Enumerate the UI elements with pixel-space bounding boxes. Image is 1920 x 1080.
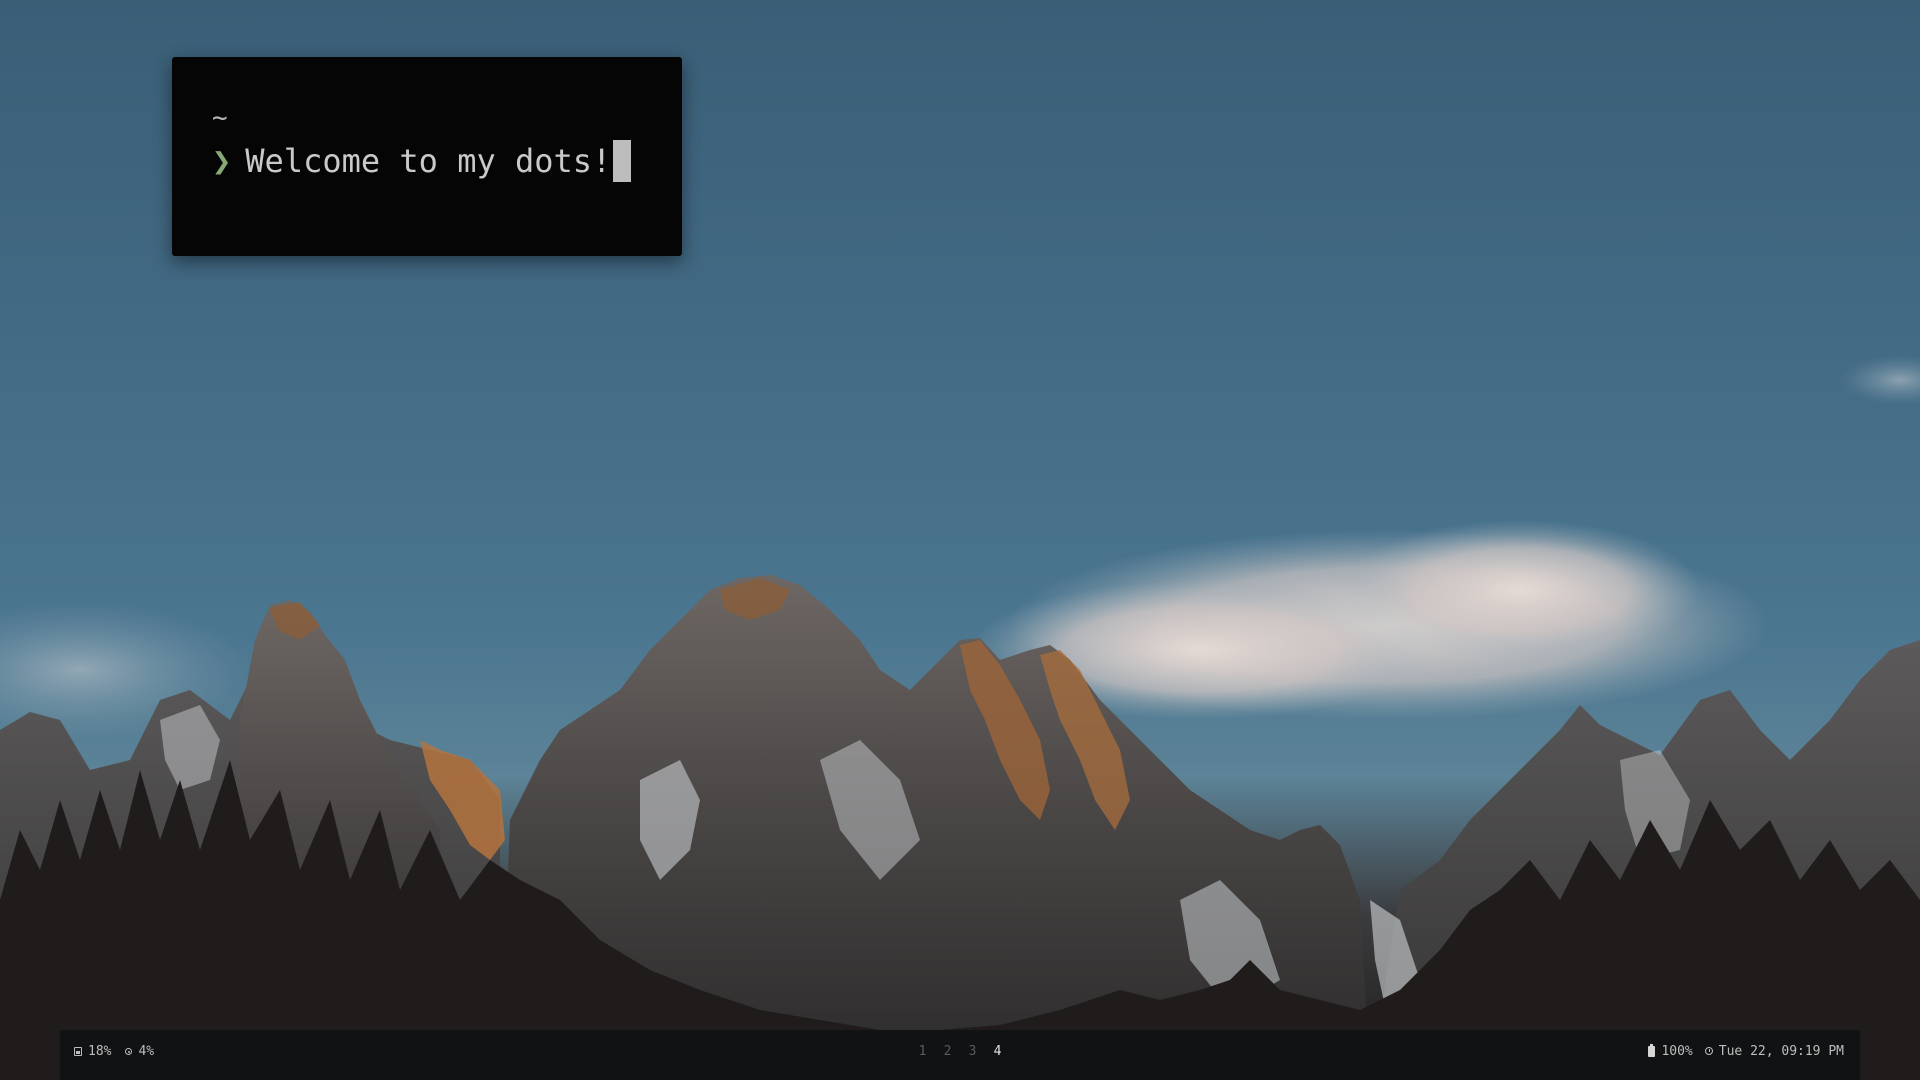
battery-module[interactable]: 100% xyxy=(1648,1043,1693,1059)
battery-icon xyxy=(1648,1043,1656,1057)
terminal-command-text[interactable]: Welcome to my dots! xyxy=(245,139,611,183)
desktop: ~ ❯ Welcome to my dots! 18% 4% 1 2 3 4 1… xyxy=(0,0,1920,1080)
terminal-prompt-line[interactable]: ❯ Welcome to my dots! xyxy=(212,139,682,183)
terminal-window[interactable]: ~ ❯ Welcome to my dots! xyxy=(172,57,682,256)
prompt-chevron-icon: ❯ xyxy=(212,142,232,180)
workspace-switcher: 1 2 3 4 xyxy=(60,1030,1860,1072)
terminal-cursor xyxy=(613,140,632,182)
clock-icon xyxy=(1704,1047,1713,1055)
battery-value: 100% xyxy=(1661,1043,1693,1059)
workspace-4[interactable]: 4 xyxy=(993,1044,1003,1059)
bar-right-modules: 100% Tue 22, 09:19 PM xyxy=(1648,1030,1844,1072)
workspace-3[interactable]: 3 xyxy=(968,1044,978,1059)
workspace-2[interactable]: 2 xyxy=(943,1044,953,1059)
clock-value: Tue 22, 09:19 PM xyxy=(1718,1043,1844,1059)
clock-module[interactable]: Tue 22, 09:19 PM xyxy=(1704,1043,1844,1059)
workspace-1[interactable]: 1 xyxy=(918,1044,928,1059)
status-bar: 18% 4% 1 2 3 4 100% Tue 22, 09:19 PM xyxy=(60,1030,1860,1080)
terminal-cwd: ~ xyxy=(212,103,228,133)
